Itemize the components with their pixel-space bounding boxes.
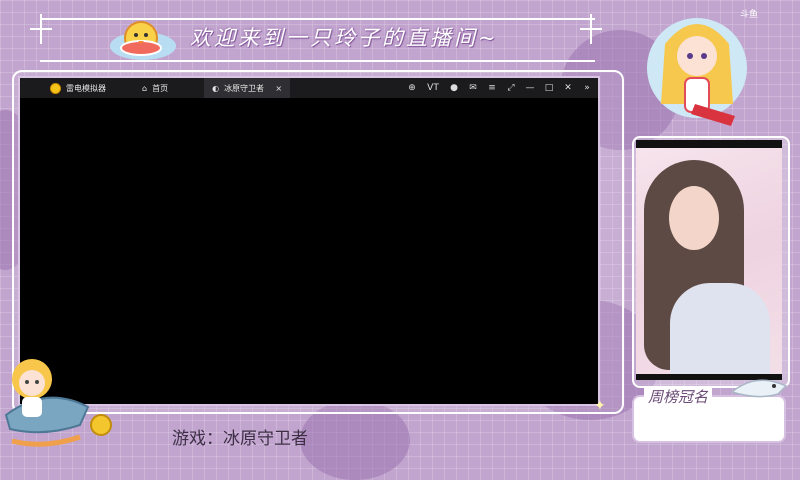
webcam-feed — [636, 140, 782, 380]
stream-title: 欢迎来到一只玲子的直播间~ — [190, 26, 499, 50]
minimize-icon[interactable]: — — [525, 83, 535, 93]
window-controls: ⊕ VT ● ✉ ≡ ⤢ — □ ✕ » — [407, 83, 598, 93]
leidian-logo-icon — [50, 82, 61, 94]
chick-mascot-icon — [110, 21, 176, 60]
collapse-icon[interactable]: » — [582, 83, 592, 93]
coin-icon — [90, 414, 112, 436]
shark-mascot-icon — [730, 379, 788, 398]
home-icon: ⌂ — [142, 83, 148, 93]
tab-game[interactable]: ◐ 冰原守卫者 × — [204, 78, 291, 98]
tab-home[interactable]: ⌂ 首页 — [134, 78, 176, 98]
menu-icon[interactable]: ≡ — [487, 83, 497, 93]
fullscreen-icon[interactable]: ⤢ — [506, 83, 516, 93]
streamer-face — [669, 186, 719, 250]
cross-decoration — [580, 14, 602, 44]
platform-watermark: 斗鱼 — [740, 10, 759, 20]
maximize-icon[interactable]: □ — [544, 83, 554, 93]
close-icon[interactable]: ✕ — [563, 83, 573, 93]
streamer-shirt — [670, 283, 770, 374]
tab-close-icon[interactable]: × — [275, 84, 282, 93]
tab-leidian[interactable]: 雷电模拟器 — [20, 78, 114, 98]
anime-character-badge-icon — [647, 18, 747, 126]
name-tag-label: 周榜冠名 — [644, 386, 713, 407]
user-icon[interactable]: ● — [449, 83, 459, 93]
mail-icon[interactable]: ✉ — [468, 83, 478, 93]
game-icon: ◐ — [212, 83, 220, 93]
game-label: 游戏：冰原守卫者 — [172, 429, 308, 449]
gamepad-icon[interactable]: ⊕ — [407, 83, 417, 93]
cross-decoration — [30, 14, 52, 44]
vt-icon[interactable]: VT — [426, 83, 440, 93]
emulator-titlebar: 雷电模拟器 ⌂ 首页 ◐ 冰原守卫者 × ⊕ VT ● ✉ ≡ ⤢ — □ ✕ … — [20, 78, 598, 98]
shark-rider-mascot-icon — [4, 359, 90, 447]
emulator-window: 雷电模拟器 ⌂ 首页 ◐ 冰原守卫者 × ⊕ VT ● ✉ ≡ ⤢ — □ ✕ … — [18, 76, 600, 406]
tab-label: 冰原守卫者 — [224, 83, 265, 93]
sparkle-icon: ✦ — [594, 398, 606, 414]
tab-label: 首页 — [152, 83, 169, 93]
tab-label: 雷电模拟器 — [66, 83, 106, 93]
